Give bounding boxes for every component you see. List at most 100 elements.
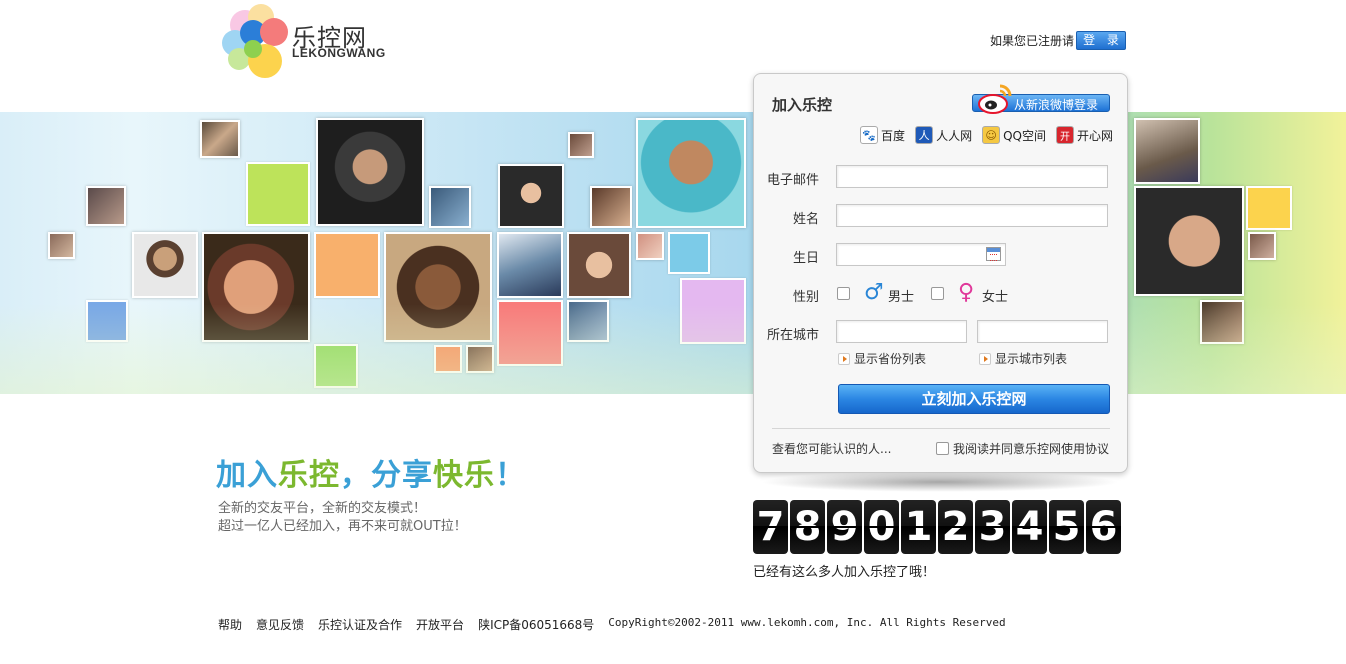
people-you-may-know-link[interactable]: 查看您可能认识的人...: [772, 440, 891, 457]
divider: [772, 428, 1110, 429]
member-photo[interactable]: [429, 186, 471, 228]
counter-digit: 0: [864, 500, 899, 554]
weibo-login-button[interactable]: 从新浪微博登录: [972, 82, 1112, 114]
qq-zone-icon: ☺: [982, 126, 1001, 144]
gender-label: 性别: [792, 290, 819, 305]
counter-digit: 9: [827, 500, 862, 554]
province-list-link[interactable]: 显示省份列表: [838, 350, 926, 367]
name-row: 姓名: [754, 204, 1129, 228]
member-photo[interactable]: [316, 118, 424, 226]
login-button[interactable]: 登 录: [1076, 31, 1127, 50]
member-photo[interactable]: [1134, 118, 1200, 184]
join-submit-button[interactable]: 立刻加入乐控网: [838, 384, 1110, 414]
partner-login-baidu[interactable]: 🐾 百度: [860, 126, 905, 144]
agreement: 我阅读并同意乐控网使用协议: [936, 440, 1109, 457]
member-photo[interactable]: [636, 232, 664, 260]
member-photo[interactable]: [466, 345, 494, 373]
logo-text-en: LEKONGWANG: [292, 46, 386, 60]
city-row: 所在城市: [754, 320, 1129, 344]
province-field[interactable]: [836, 320, 967, 343]
email-label: 电子邮件: [766, 173, 819, 188]
slogan-part: 快乐: [433, 458, 495, 493]
counter-digit: 8: [790, 500, 825, 554]
female-symbol-icon: ♀: [958, 280, 975, 305]
member-photo[interactable]: [132, 232, 198, 298]
partner-logins: 🐾 百度 人 人人网 ☺ QQ空间 开 开心网: [860, 126, 1113, 144]
footer-link-open-platform[interactable]: 开放平台: [416, 616, 464, 633]
footer: 帮助 意见反馈 乐控认证及合作 开放平台 陕ICP备06051668号 Copy…: [218, 616, 1006, 633]
female-label: 女士: [982, 290, 1009, 305]
city-list-link[interactable]: 显示城市列表: [979, 350, 1067, 367]
male-label: 男士: [888, 290, 915, 305]
city-field[interactable]: [977, 320, 1108, 343]
birthday-field[interactable]: [836, 243, 1006, 266]
color-tile: [246, 162, 310, 226]
color-tile: [86, 300, 128, 342]
color-tile: [314, 232, 380, 298]
name-field[interactable]: [836, 204, 1108, 227]
name-label: 姓名: [792, 212, 819, 227]
color-tile: [668, 232, 710, 274]
member-photo[interactable]: [202, 232, 310, 342]
subtitle-line-1: 全新的交友平台，全新的交友模式！: [218, 501, 427, 516]
slogan-part: 乐控: [278, 458, 340, 493]
city-list-label: 显示城市列表: [995, 352, 1068, 366]
subtitle-line-2: 超过一亿人已经加入，再不来可就OUT拉！: [218, 519, 467, 534]
register-panel: 加入乐控 从新浪微博登录 🐾 百度 人 人人网 ☺ QQ空间 开 开心网 电子邮…: [753, 73, 1128, 473]
male-symbol-icon: ♂: [864, 280, 884, 305]
site-logo[interactable]: 乐控网 LEKONGWANG: [218, 4, 408, 82]
color-tile: [314, 344, 358, 388]
slogan-part: ，分享: [340, 458, 433, 493]
member-photo[interactable]: [567, 232, 631, 298]
email-field[interactable]: [836, 165, 1108, 188]
counter-digit: 2: [938, 500, 973, 554]
color-tile: [1246, 186, 1292, 230]
counter-digit: 3: [975, 500, 1010, 554]
member-photo[interactable]: [636, 118, 746, 228]
member-photo[interactable]: [568, 132, 594, 158]
female-checkbox[interactable]: [931, 287, 944, 300]
slogan-part: 加入: [216, 458, 278, 493]
partner-login-renren[interactable]: 人 人人网: [915, 126, 972, 144]
email-row: 电子邮件: [754, 165, 1129, 189]
agreement-label[interactable]: 我阅读并同意乐控网使用协议: [953, 440, 1109, 457]
counter-caption: 已经有这么多人加入乐控了哦！: [753, 565, 936, 580]
calendar-icon[interactable]: [986, 247, 1001, 261]
partner-label: 开心网: [1076, 128, 1113, 143]
member-photo[interactable]: [498, 164, 564, 228]
weibo-logo-icon: [978, 84, 1012, 114]
footer-link-feedback[interactable]: 意见反馈: [256, 616, 304, 633]
member-photo[interactable]: [497, 232, 563, 298]
partner-login-qqzone[interactable]: ☺ QQ空间: [982, 126, 1046, 144]
member-photo[interactable]: [86, 186, 126, 226]
weibo-login-label: 从新浪微博登录: [1014, 98, 1099, 112]
male-checkbox[interactable]: [837, 287, 850, 300]
city-label: 所在城市: [766, 328, 819, 343]
footer-link-certification[interactable]: 乐控认证及合作: [318, 616, 402, 633]
birthday-row: 生日: [754, 243, 1129, 267]
counter-digit: 7: [753, 500, 788, 554]
member-photo[interactable]: [1248, 232, 1276, 260]
counter-digit: 4: [1012, 500, 1047, 554]
member-photo[interactable]: [48, 232, 75, 259]
baidu-paw-icon: 🐾: [860, 126, 879, 144]
partner-label: 百度: [881, 128, 906, 143]
agreement-checkbox[interactable]: [936, 442, 949, 455]
member-photo[interactable]: [1134, 186, 1244, 296]
counter-digit: 6: [1086, 500, 1121, 554]
color-tile: [680, 278, 746, 344]
register-title: 加入乐控: [772, 96, 833, 114]
member-photo[interactable]: [1200, 300, 1244, 344]
member-photo[interactable]: [200, 120, 240, 158]
member-photo[interactable]: [567, 300, 609, 342]
birthday-label: 生日: [792, 251, 819, 266]
footer-link-icp[interactable]: 陕ICP备06051668号: [478, 616, 594, 633]
member-photo[interactable]: [590, 186, 632, 228]
color-tile: [434, 345, 462, 373]
renren-icon: 人: [915, 126, 934, 144]
province-list-label: 显示省份列表: [854, 352, 927, 366]
partner-login-kaixin[interactable]: 开 开心网: [1055, 126, 1113, 144]
member-photo[interactable]: [384, 232, 492, 342]
slogan-part: ！: [495, 458, 526, 493]
footer-link-help[interactable]: 帮助: [218, 616, 242, 633]
